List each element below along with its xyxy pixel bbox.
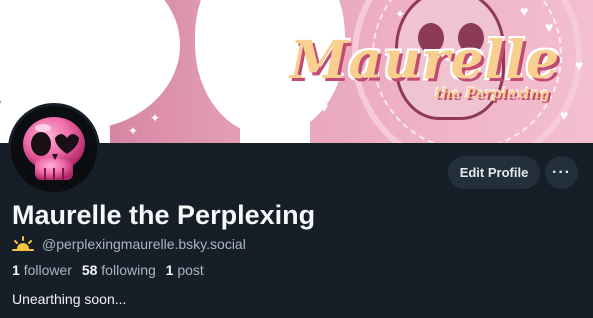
user-handle: @perplexingmaurelle.bsky.social — [42, 236, 246, 252]
heart-decoration: ♥ — [320, 99, 329, 115]
following-label: following — [101, 262, 156, 278]
posts-count: 1 — [165, 262, 174, 278]
followers-label: follower — [23, 262, 72, 278]
following-link[interactable]: 58 following — [82, 262, 156, 278]
following-count: 58 — [81, 262, 98, 278]
sun-icon — [12, 236, 34, 251]
banner-silhouette — [240, 90, 310, 143]
sparkle-decoration: ✦ — [395, 7, 406, 21]
sparkle-decoration: ✦ — [128, 124, 139, 138]
sparkle-decoration: ✦ — [150, 111, 161, 125]
followers-count: 1 — [12, 262, 20, 278]
more-options-button[interactable]: ··· — [545, 156, 578, 189]
profile-bio: Unearthing soon... — [12, 291, 127, 307]
heart-decoration: ♥ — [560, 107, 569, 123]
avatar[interactable] — [8, 103, 100, 195]
banner-logo-subtitle: the Perplexing — [435, 86, 550, 102]
display-name: Maurelle the Perplexing — [12, 200, 316, 230]
heart-decoration: ♥ — [520, 3, 529, 19]
followers-link[interactable]: 1 follower — [12, 262, 72, 278]
handle-row: @perplexingmaurelle.bsky.social — [12, 235, 246, 253]
pink-skull-icon — [11, 106, 97, 192]
heart-decoration: ♥ — [575, 57, 584, 73]
more-dots-icon: ··· — [552, 163, 571, 181]
posts-label: post — [177, 262, 204, 278]
edit-profile-button[interactable]: Edit Profile — [448, 156, 540, 189]
profile-stats: 1 follower 58 following 1 post — [12, 262, 210, 278]
posts-stat: 1 post — [166, 262, 204, 278]
banner-logo-title: Maurelle — [290, 30, 561, 91]
heart-decoration: ♥ — [300, 13, 309, 29]
